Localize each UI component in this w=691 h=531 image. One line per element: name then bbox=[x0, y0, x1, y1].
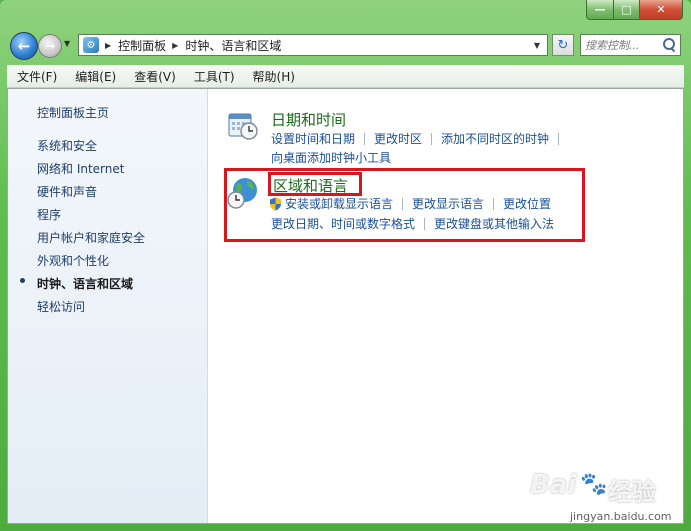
highlight-title-box bbox=[268, 172, 362, 196]
control-panel-window: — □ ✕ ← → ▼ ⚙ ▶ 控制面板 ▶ 时钟、语言和区域 ▼ ↻ 文件(F… bbox=[0, 0, 691, 531]
sidebar-item-appearance[interactable]: 外观和个性化 bbox=[37, 252, 109, 269]
recent-pages-dropdown[interactable]: ▼ bbox=[64, 39, 70, 48]
address-bar[interactable]: ⚙ ▶ 控制面板 ▶ 时钟、语言和区域 ▼ bbox=[78, 34, 548, 56]
add-clocks-link[interactable]: 添加不同时区的时钟 bbox=[441, 130, 549, 147]
change-timezone-link[interactable]: 更改时区 bbox=[374, 130, 422, 147]
chevron-right-icon[interactable]: ▶ bbox=[172, 41, 178, 50]
search-icon[interactable] bbox=[662, 38, 676, 53]
menu-help[interactable]: 帮助(H) bbox=[243, 68, 303, 85]
search-input[interactable] bbox=[585, 38, 661, 52]
menu-view[interactable]: 查看(V) bbox=[124, 68, 184, 85]
sidebar-item-network-internet[interactable]: 网络和 Internet bbox=[37, 160, 124, 177]
set-time-date-link[interactable]: 设置时间和日期 bbox=[271, 130, 355, 147]
calendar-clock-icon[interactable] bbox=[227, 109, 259, 141]
maximize-button[interactable]: □ bbox=[614, 0, 640, 20]
sidebar-item-hardware-sound[interactable]: 硬件和声音 bbox=[37, 183, 97, 200]
minimize-button[interactable]: — bbox=[586, 0, 614, 20]
datetime-links-row2: 向桌面添加时钟小工具 bbox=[271, 149, 391, 166]
current-item-bullet-icon bbox=[20, 278, 25, 283]
close-button[interactable]: ✕ bbox=[640, 0, 683, 20]
back-button[interactable]: ← bbox=[10, 32, 38, 60]
task-pane: 控制面板主页 系统和安全 网络和 Internet 硬件和声音 程序 用户帐户和… bbox=[8, 89, 208, 523]
sidebar-item-user-accounts[interactable]: 用户帐户和家庭安全 bbox=[37, 229, 145, 246]
sidebar-item-programs[interactable]: 程序 bbox=[37, 206, 61, 223]
main-pane: 日期和时间 设置时间和日期 更改时区 添加不同时区的时钟 向桌面添加时钟小工具 bbox=[208, 89, 683, 523]
chevron-right-icon[interactable]: ▶ bbox=[105, 41, 111, 50]
refresh-icon: ↻ bbox=[557, 37, 569, 53]
menu-bar: 文件(F) 编辑(E) 查看(V) 工具(T) 帮助(H) bbox=[7, 65, 684, 88]
search-handle bbox=[670, 47, 676, 53]
datetime-title-link[interactable]: 日期和时间 bbox=[271, 109, 346, 130]
search-box[interactable] bbox=[580, 34, 681, 56]
link-separator bbox=[364, 132, 366, 145]
sidebar-item-ease-of-access[interactable]: 轻松访问 bbox=[37, 298, 85, 315]
control-panel-home-link[interactable]: 控制面板主页 bbox=[37, 104, 109, 121]
sidebar-item-system-security[interactable]: 系统和安全 bbox=[37, 137, 97, 154]
control-panel-icon: ⚙ bbox=[83, 37, 99, 53]
navigation-bar: ← → ▼ ⚙ ▶ 控制面板 ▶ 时钟、语言和区域 ▼ ↻ bbox=[0, 30, 691, 62]
add-clock-gadget-link[interactable]: 向桌面添加时钟小工具 bbox=[271, 149, 391, 166]
datetime-links: 设置时间和日期 更改时区 添加不同时区的时钟 bbox=[271, 130, 568, 147]
forward-button[interactable]: → bbox=[38, 34, 62, 58]
link-separator bbox=[558, 132, 560, 145]
menu-file[interactable]: 文件(F) bbox=[7, 68, 65, 85]
menu-tools[interactable]: 工具(T) bbox=[184, 68, 243, 85]
caption-buttons: — □ ✕ bbox=[586, 0, 683, 20]
link-separator bbox=[431, 132, 433, 145]
watermark-jingyan: 经验 bbox=[608, 478, 656, 506]
menu-edit[interactable]: 编辑(E) bbox=[65, 68, 124, 85]
paw-icon: 🐾 bbox=[580, 472, 608, 497]
watermark-url: jingyan.baidu.com bbox=[570, 510, 672, 523]
breadcrumb-control-panel[interactable]: 控制面板 bbox=[118, 37, 166, 54]
address-dropdown-icon[interactable]: ▼ bbox=[534, 41, 540, 50]
refresh-button[interactable]: ↻ bbox=[552, 34, 574, 56]
breadcrumb-clock-language-region[interactable]: 时钟、语言和区域 bbox=[185, 37, 281, 54]
content-area: 控制面板主页 系统和安全 网络和 Internet 硬件和声音 程序 用户帐户和… bbox=[7, 88, 684, 524]
sidebar-item-clock-language-region: 时钟、语言和区域 bbox=[37, 277, 134, 291]
baidu-jingyan-watermark: Bai 🐾 经验 jingyan.baidu.com bbox=[530, 470, 690, 528]
watermark-brand: Bai bbox=[530, 470, 577, 500]
arrow-right-icon: → bbox=[44, 39, 56, 53]
arrow-left-icon: ← bbox=[17, 37, 31, 55]
